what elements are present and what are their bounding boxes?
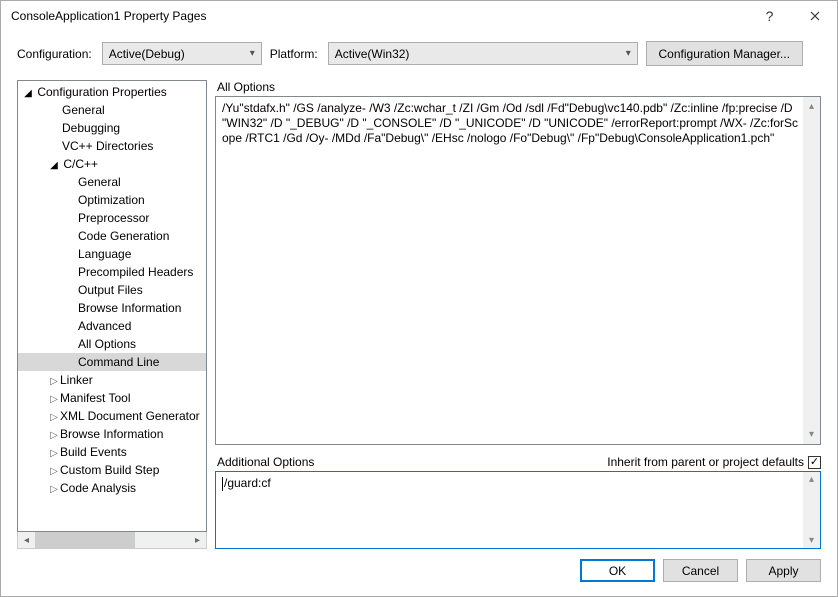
tree-item[interactable]: Browse Information <box>18 299 206 317</box>
scroll-up-icon[interactable]: ▴ <box>809 99 814 114</box>
tree-item[interactable]: ▷Manifest Tool <box>18 389 206 407</box>
additional-options-label: Additional Options <box>217 455 314 469</box>
expand-icon[interactable]: ▷ <box>48 481 60 499</box>
window-title: ConsoleApplication1 Property Pages <box>11 9 747 23</box>
tree-item[interactable]: VC++ Directories <box>18 137 206 155</box>
inherit-checkbox[interactable]: ✓ <box>808 456 821 469</box>
tree-item[interactable]: General <box>18 101 206 119</box>
ok-button[interactable]: OK <box>580 559 655 582</box>
scroll-left-icon[interactable]: ◂ <box>18 532 35 548</box>
expand-icon[interactable]: ◢ <box>22 85 34 103</box>
tree-item[interactable]: All Options <box>18 335 206 353</box>
apply-button[interactable]: Apply <box>746 559 821 582</box>
expand-icon[interactable]: ◢ <box>48 157 60 175</box>
tree-item-command-line[interactable]: Command Line <box>18 353 206 371</box>
tree-item[interactable]: Advanced <box>18 317 206 335</box>
tree-item[interactable]: Debugging <box>18 119 206 137</box>
titlebar: ConsoleApplication1 Property Pages ? <box>1 1 837 31</box>
tree-item[interactable]: Output Files <box>18 281 206 299</box>
tree-item[interactable]: ▷Build Events <box>18 443 206 461</box>
text-cursor <box>222 477 223 491</box>
tree-item[interactable]: Language <box>18 245 206 263</box>
dialog-footer: OK Cancel Apply <box>1 549 837 596</box>
tree-item[interactable]: ▷Code Analysis <box>18 479 206 497</box>
all-options-textbox[interactable]: /Yu"stdafx.h" /GS /analyze- /W3 /Zc:wcha… <box>215 96 821 445</box>
scroll-up-icon[interactable]: ▴ <box>809 474 814 485</box>
tree-item[interactable]: General <box>18 173 206 191</box>
tree-item[interactable]: Code Generation <box>18 227 206 245</box>
tree-horizontal-scrollbar[interactable]: ◂ ▸ <box>17 532 207 549</box>
scroll-down-icon[interactable]: ▾ <box>809 427 814 442</box>
all-options-scrollbar[interactable]: ▴ ▾ <box>803 97 820 444</box>
all-options-text: /Yu"stdafx.h" /GS /analyze- /W3 /Zc:wcha… <box>222 101 798 145</box>
help-button[interactable]: ? <box>747 1 792 31</box>
additional-options-scrollbar[interactable]: ▴ ▾ <box>803 472 820 548</box>
scroll-thumb[interactable] <box>35 532 135 548</box>
tree-item[interactable]: ▷Browse Information <box>18 425 206 443</box>
property-pages-window: ConsoleApplication1 Property Pages ? Con… <box>0 0 838 597</box>
platform-label: Platform: <box>270 47 318 61</box>
scroll-right-icon[interactable]: ▸ <box>189 532 206 548</box>
config-row: Configuration: Active(Debug) ▾ Platform:… <box>1 31 837 74</box>
tree-item-cc[interactable]: ◢ C/C++ <box>18 155 206 173</box>
tree-root[interactable]: ◢ Configuration Properties <box>18 83 206 101</box>
additional-options-text: /guard:cf <box>224 476 271 490</box>
platform-combo[interactable]: Active(Win32) ▾ <box>328 42 638 65</box>
configuration-value: Active(Debug) <box>109 47 185 61</box>
inherit-label: Inherit from parent or project defaults <box>607 455 804 469</box>
cancel-button[interactable]: Cancel <box>663 559 738 582</box>
tree-item[interactable]: ▷XML Document Generator <box>18 407 206 425</box>
configuration-label: Configuration: <box>17 47 92 61</box>
platform-value: Active(Win32) <box>335 47 410 61</box>
tree-item[interactable]: Preprocessor <box>18 209 206 227</box>
tree-item[interactable]: Optimization <box>18 191 206 209</box>
tree-item[interactable]: Precompiled Headers <box>18 263 206 281</box>
close-icon <box>810 11 820 21</box>
chevron-down-icon: ▾ <box>250 48 255 59</box>
check-icon: ✓ <box>810 457 819 468</box>
tree-item[interactable]: ▷Custom Build Step <box>18 461 206 479</box>
configuration-combo[interactable]: Active(Debug) ▾ <box>102 42 262 65</box>
close-button[interactable] <box>792 1 837 31</box>
configuration-manager-button[interactable]: Configuration Manager... <box>646 41 803 66</box>
additional-options-textbox[interactable]: /guard:cf ▴ ▾ <box>215 471 821 549</box>
scroll-down-icon[interactable]: ▾ <box>809 535 814 546</box>
tree-item[interactable]: ▷Linker <box>18 371 206 389</box>
chevron-down-icon: ▾ <box>626 48 631 59</box>
all-options-label: All Options <box>217 80 821 94</box>
property-tree[interactable]: ◢ Configuration Properties General Debug… <box>17 80 207 532</box>
